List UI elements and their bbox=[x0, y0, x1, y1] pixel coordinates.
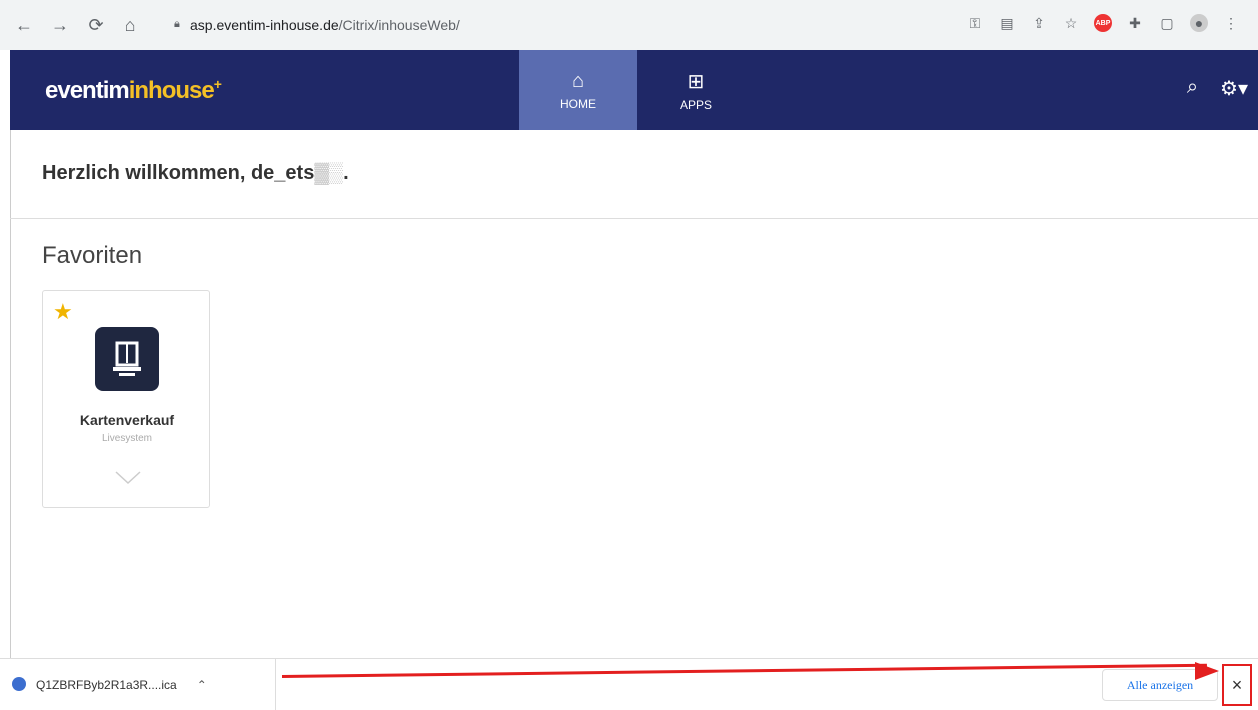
logo[interactable]: eventiminhouse+ bbox=[45, 76, 222, 105]
reload-icon[interactable]: ⟳ bbox=[84, 13, 108, 37]
citrix-file-icon bbox=[12, 677, 26, 691]
app-subtitle: Livesystem bbox=[101, 433, 152, 444]
side-panel-icon[interactable]: ▢ bbox=[1158, 14, 1176, 32]
tab-home[interactable]: ⌂ HOME bbox=[519, 50, 637, 130]
translate-icon[interactable]: ▤ bbox=[998, 14, 1016, 32]
bookmark-star-icon[interactable]: ☆ bbox=[1062, 14, 1080, 32]
app-card-kartenverkauf[interactable]: ★ Kartenverkauf Livesystem bbox=[42, 290, 210, 508]
gear-icon[interactable]: ⚙▾ bbox=[1220, 76, 1248, 101]
download-item[interactable]: Q1ZBRFByb2R1a3R....ica ⌃ bbox=[36, 659, 207, 710]
chevron-up-icon[interactable]: ⌃ bbox=[197, 678, 207, 692]
url-text: asp.eventim-inhouse.de/Citrix/inhouseWeb… bbox=[190, 17, 460, 33]
home-icon: ⌂ bbox=[571, 69, 585, 92]
welcome-heading: Herzlich willkommen, de_ets▓▒. bbox=[42, 162, 349, 184]
page-border bbox=[10, 130, 11, 658]
separator bbox=[275, 659, 276, 710]
redacted-text: ▓▒ bbox=[314, 162, 344, 184]
close-download-bar-button[interactable]: × bbox=[1222, 664, 1252, 706]
lock-icon: 🔒︎ bbox=[174, 18, 180, 30]
app-header: eventiminhouse+ ⌂ HOME ⊞ APPS ⌕ ⚙▾ bbox=[10, 50, 1258, 130]
extension-icons: ⚿ ▤ ⇪ ☆ ABP ✚ ▢ ● ⋮ bbox=[966, 14, 1240, 32]
forward-icon[interactable]: → bbox=[48, 13, 72, 37]
app-name: Kartenverkauf bbox=[79, 412, 175, 428]
home-nav-icon[interactable]: ⌂ bbox=[118, 13, 142, 37]
back-icon[interactable]: ← bbox=[12, 13, 36, 37]
share-icon[interactable]: ⇪ bbox=[1030, 14, 1048, 32]
adblock-icon[interactable]: ABP bbox=[1094, 14, 1112, 32]
puzzle-icon[interactable]: ✚ bbox=[1126, 14, 1144, 32]
menu-dots-icon[interactable]: ⋮ bbox=[1222, 14, 1240, 32]
search-icon[interactable]: ⌕ bbox=[1187, 76, 1198, 101]
header-icons: ⌕ ⚙▾ bbox=[1187, 76, 1248, 101]
favorite-star-icon[interactable]: ★ bbox=[53, 299, 73, 325]
profile-icon[interactable]: ● bbox=[1190, 14, 1208, 32]
grid-icon: ⊞ bbox=[687, 70, 705, 93]
chevron-down-icon[interactable] bbox=[115, 471, 141, 485]
key-icon[interactable]: ⚿ bbox=[966, 14, 984, 32]
favorites-title: Favoriten bbox=[42, 242, 143, 269]
ticket-terminal-icon bbox=[113, 341, 141, 376]
annotation-arrowhead bbox=[1195, 662, 1219, 680]
tab-apps[interactable]: ⊞ APPS bbox=[637, 50, 755, 130]
browser-toolbar: ← → ⟳ ⌂ 🔒︎ asp.eventim-inhouse.de/Citrix… bbox=[0, 0, 1258, 50]
divider bbox=[10, 218, 1258, 219]
app-icon bbox=[95, 327, 159, 391]
